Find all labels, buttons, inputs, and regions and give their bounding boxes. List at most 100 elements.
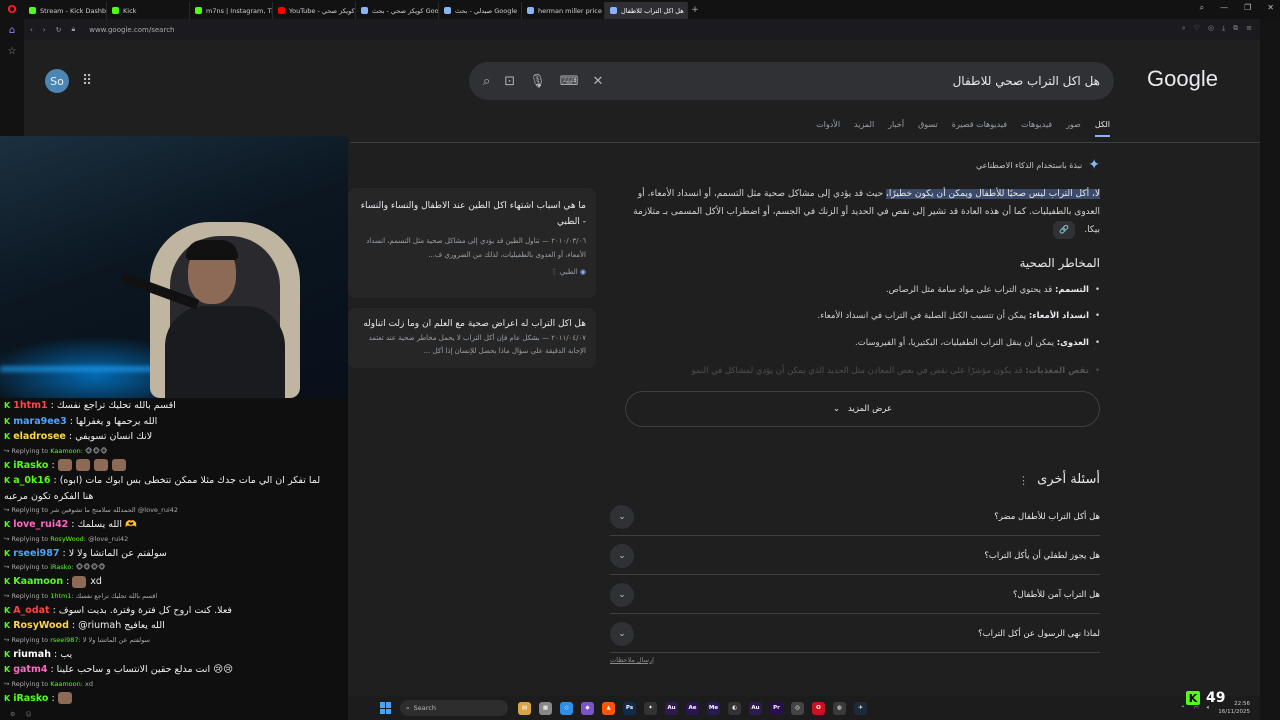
mic-icon[interactable]: 🎙︎ bbox=[529, 74, 546, 89]
source-card[interactable]: هل اكل التراب له اعراض صحية مع العلم ان … bbox=[348, 308, 596, 368]
chevron-down-icon[interactable]: ⌄ bbox=[610, 543, 634, 568]
chat-username[interactable]: iRasko bbox=[13, 691, 48, 707]
chevron-up-icon[interactable]: ⌃ bbox=[1180, 705, 1185, 712]
chat-username[interactable]: iRasko bbox=[13, 458, 48, 474]
search-input[interactable]: هل اكل التراب صحي للاطفال bbox=[617, 74, 1100, 88]
bookmark-icon[interactable]: ♡ bbox=[1194, 24, 1200, 33]
extensions-icon[interactable]: ⧉ bbox=[1233, 24, 1238, 33]
keyboard-icon[interactable]: ⌨ bbox=[560, 74, 579, 89]
chat-emote-icon[interactable]: ☺ bbox=[25, 711, 31, 718]
browser-tab[interactable]: صيدلي - بحث Google bbox=[439, 2, 522, 19]
google-logo[interactable]: Google bbox=[1147, 66, 1218, 92]
chat-username[interactable]: a_0k16 bbox=[13, 473, 50, 489]
search-tab[interactable]: صور bbox=[1066, 120, 1081, 137]
paa-question[interactable]: لماذا نهى الرسول عن أكل التراب؟ bbox=[978, 629, 1100, 639]
taskbar-app-icon[interactable]: ▦ bbox=[539, 701, 552, 715]
zoom-icon[interactable]: ⌕ bbox=[1182, 24, 1186, 33]
taskbar-app-icon[interactable]: ✈ bbox=[854, 701, 867, 715]
close-window-button[interactable]: ✕ bbox=[1267, 3, 1274, 13]
card-title[interactable]: هل اكل التراب له اعراض صحية مع العلم ان … bbox=[358, 316, 586, 332]
reload-icon[interactable]: ↻ bbox=[56, 26, 62, 34]
taskbar-app-icon[interactable]: ◆ bbox=[581, 701, 594, 715]
search-tab[interactable]: فيديوهات bbox=[1021, 120, 1052, 137]
browser-tab[interactable]: هل اكل التراب للاطفال bbox=[605, 2, 688, 19]
chat-username[interactable]: eladrosee bbox=[13, 429, 66, 445]
home-icon[interactable]: ⌂ bbox=[9, 25, 15, 36]
taskbar-app-icon[interactable]: Ps bbox=[623, 701, 636, 715]
card-title[interactable]: ما هي اسباب اشتهاء اكل الطين عند الاطفال… bbox=[358, 198, 586, 230]
search-tab[interactable]: المزيد bbox=[854, 120, 874, 137]
lens-icon[interactable]: ⊡ bbox=[504, 74, 515, 89]
chat-username[interactable]: love_rui42 bbox=[13, 517, 68, 533]
kick-badge-icon: K bbox=[4, 649, 11, 659]
chat-username[interactable]: riumah bbox=[13, 647, 51, 663]
taskbar-app-icon[interactable]: Me bbox=[707, 701, 720, 715]
paa-question[interactable]: هل التراب آمن للأطفال؟ bbox=[1013, 590, 1100, 600]
taskbar-app-icon[interactable]: ◐ bbox=[728, 701, 741, 715]
paa-question[interactable]: هل أكل التراب للأطفال مضر؟ bbox=[994, 512, 1100, 522]
chat-settings-icon[interactable]: ⚙ bbox=[10, 711, 15, 718]
chat-username[interactable]: 1htm1 bbox=[13, 398, 47, 414]
taskbar-app-icon[interactable]: Pr bbox=[770, 701, 783, 715]
camera-icon[interactable]: ◎ bbox=[1208, 24, 1214, 33]
chat-username[interactable]: Kaamoon bbox=[13, 574, 63, 590]
taskbar-app-icon[interactable]: Au bbox=[749, 701, 762, 715]
taskbar-app-icon[interactable]: ◇ bbox=[560, 701, 573, 715]
taskbar-app-icon[interactable]: O bbox=[812, 701, 825, 715]
browser-tab[interactable]: كويكز صحي - بحث Google bbox=[356, 2, 439, 19]
chat-username[interactable]: RosyWood bbox=[13, 618, 69, 634]
browser-tab[interactable]: Stream - Kick Dashboard bbox=[24, 2, 107, 19]
taskbar-search[interactable]: ⌕ Search bbox=[400, 700, 508, 716]
url-field[interactable]: www.google.com/search bbox=[89, 26, 174, 34]
chevron-down-icon[interactable]: ⌄ bbox=[610, 621, 634, 646]
chat-username[interactable]: mara9ee3 bbox=[13, 414, 67, 430]
taskbar-app-icon[interactable]: Ae bbox=[686, 701, 699, 715]
paa-item[interactable]: ⌄ هل أكل التراب للأطفال مضر؟ bbox=[610, 498, 1100, 536]
search-icon[interactable]: ⌕ bbox=[483, 74, 490, 89]
browser-tab[interactable]: m7ns | Instagram, TikTok | bbox=[190, 2, 273, 19]
show-more-button[interactable]: ⌄ عرض المزيد bbox=[625, 391, 1100, 427]
paa-item[interactable]: ⌄ هل يجوز لطفلي أن يأكل التراب؟ bbox=[610, 537, 1100, 575]
maximize-button[interactable]: ❐ bbox=[1244, 3, 1251, 13]
clear-icon[interactable]: ✕ bbox=[592, 74, 603, 89]
browser-tab[interactable]: herman miller price - Goo bbox=[522, 2, 605, 19]
browser-tab[interactable]: Kick bbox=[107, 2, 190, 19]
feedback-link[interactable]: إرسال ملاحظات bbox=[610, 656, 654, 664]
taskbar-app-icon[interactable]: Au bbox=[665, 701, 678, 715]
chevron-down-icon[interactable]: ⌄ bbox=[610, 504, 634, 529]
windows-start-icon[interactable] bbox=[380, 702, 392, 714]
paa-item[interactable]: ⌄ لماذا نهى الرسول عن أكل التراب؟ bbox=[610, 615, 1100, 653]
search-tab[interactable]: الكل bbox=[1094, 120, 1110, 137]
search-tabs-icon[interactable]: ⌕ bbox=[1200, 3, 1204, 13]
more-icon[interactable]: ⋮ bbox=[551, 268, 558, 276]
more-options-icon[interactable]: ⋮ bbox=[1018, 474, 1029, 487]
paa-item[interactable]: ⌄ هل التراب آمن للأطفال؟ bbox=[610, 576, 1100, 614]
source-card[interactable]: ما هي اسباب اشتهاء اكل الطين عند الاطفال… bbox=[348, 188, 596, 298]
chat-username[interactable]: rseei987 bbox=[13, 546, 59, 562]
taskbar-app-icon[interactable]: ◎ bbox=[791, 701, 804, 715]
minimize-button[interactable]: — bbox=[1220, 3, 1228, 13]
chat-username[interactable]: gatm4 bbox=[13, 662, 47, 678]
search-tab[interactable]: فيديوهات قصيرة bbox=[952, 120, 1007, 137]
search-tab[interactable]: الأدوات bbox=[816, 120, 840, 137]
chevron-down-icon[interactable]: ⌄ bbox=[610, 582, 634, 607]
forward-icon[interactable]: › bbox=[43, 26, 46, 34]
download-icon[interactable]: ⤓ bbox=[1222, 24, 1225, 33]
taskbar-app-icon[interactable]: ◍ bbox=[833, 701, 846, 715]
new-tab-button[interactable]: + bbox=[688, 5, 702, 15]
chat-username[interactable]: A_odat bbox=[13, 603, 49, 619]
opera-logo[interactable]: O bbox=[0, 0, 24, 19]
link-chip[interactable]: 🔗 bbox=[1053, 221, 1076, 239]
menu-icon[interactable]: ≡ bbox=[1246, 24, 1252, 33]
star-icon[interactable]: ☆ bbox=[8, 46, 17, 57]
taskbar-app-icon[interactable]: ▤ bbox=[518, 701, 531, 715]
taskbar-app-icon[interactable]: ✦ bbox=[644, 701, 657, 715]
paa-question[interactable]: هل يجوز لطفلي أن يأكل التراب؟ bbox=[984, 551, 1100, 561]
back-icon[interactable]: ‹ bbox=[30, 26, 33, 34]
browser-tab[interactable]: YouTube - كويكز صحي bbox=[273, 2, 356, 19]
avatar[interactable]: So bbox=[45, 69, 69, 93]
apps-grid-icon[interactable]: ⠿ bbox=[82, 73, 92, 89]
search-tab[interactable]: تسوق bbox=[918, 120, 938, 137]
search-tab[interactable]: أخبار bbox=[888, 120, 904, 137]
taskbar-app-icon[interactable]: ▲ bbox=[602, 701, 615, 715]
